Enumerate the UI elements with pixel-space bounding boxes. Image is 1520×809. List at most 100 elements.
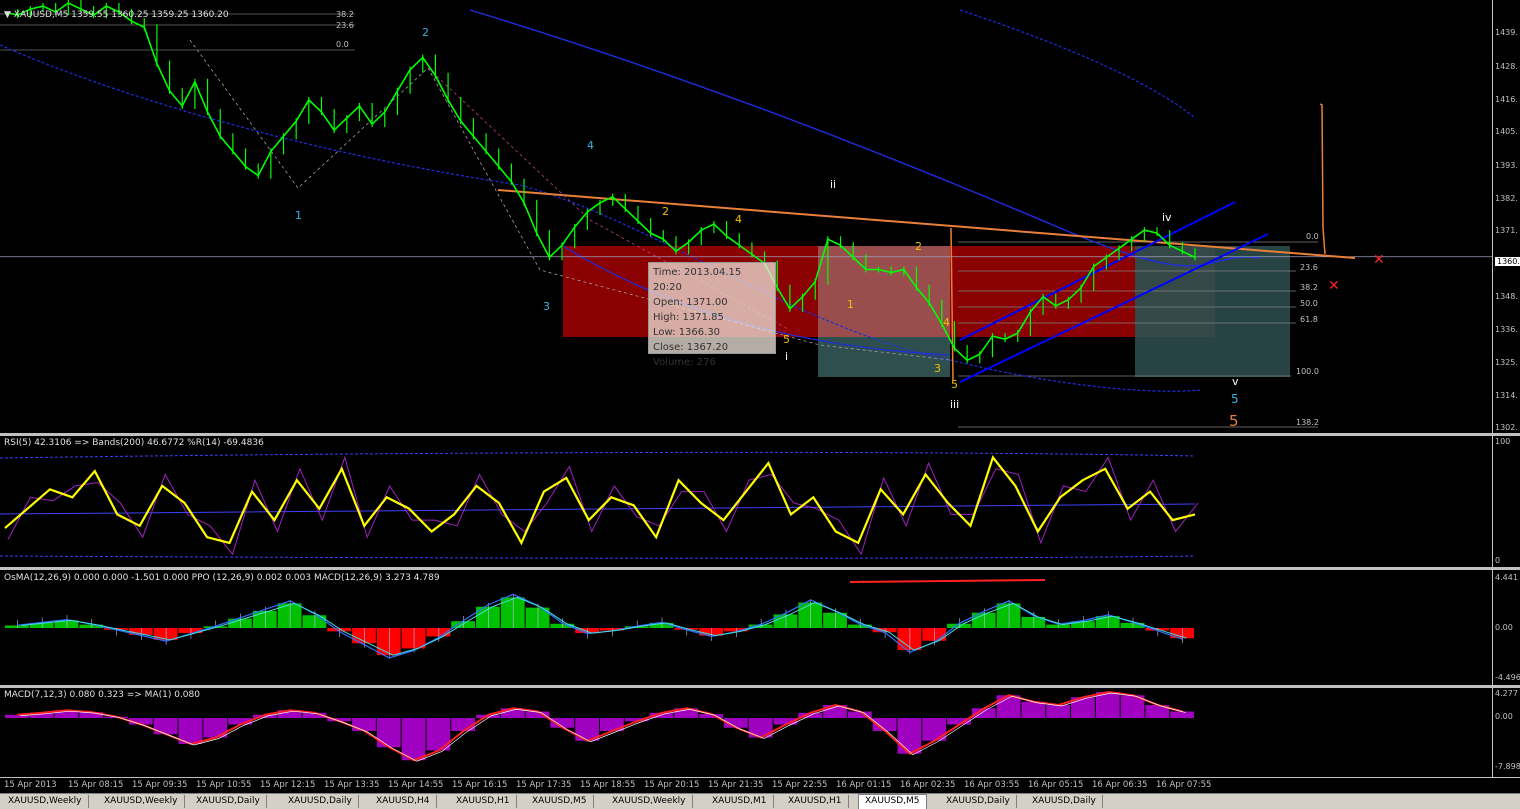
osma-tick: 0.00 xyxy=(1495,623,1513,632)
macd-axis[interactable]: 4.277 0.00 -7.898 xyxy=(1492,688,1520,777)
zone-box-gray xyxy=(1135,246,1290,377)
fib-right-1382: 138.2 xyxy=(1296,418,1319,427)
fib-right-50: 50.0 xyxy=(1300,299,1318,308)
time-label: 16 Apr 05:15 xyxy=(1028,780,1084,790)
tooltip-time: Time: 2013.04.15 20:20 xyxy=(653,267,742,293)
time-label: 15 Apr 22:55 xyxy=(772,780,828,790)
chart-tab[interactable]: XAUUSD,Daily xyxy=(282,795,359,808)
macd-title: MACD(7,12,3) 0.080 0.323 => MA(1) 0.080 xyxy=(4,690,200,700)
time-label: 16 Apr 02:35 xyxy=(900,780,956,790)
chart-tab[interactable]: XAUUSD,Weekly xyxy=(606,795,693,808)
macd-bar xyxy=(1046,705,1071,718)
wave-label-gold-5c: 5 xyxy=(1229,412,1239,430)
rsi-band-lower xyxy=(0,555,1196,559)
chart-tab[interactable]: XAUUSD,H1 xyxy=(782,795,849,808)
rsi-tick: 100 xyxy=(1495,437,1511,446)
tooltip-open: Open: 1371.00 xyxy=(653,297,728,308)
rsi-pane[interactable]: RSI(5) 42.3106 => Bands(200) 46.6772 %R(… xyxy=(0,436,1492,567)
osma-title: OsMA(12,26,9) 0.000 0.000 -1.501 0.000 P… xyxy=(4,573,440,583)
price-tick: 1382. xyxy=(1495,194,1518,203)
macd-bar xyxy=(600,718,624,731)
osma-bar xyxy=(252,611,277,628)
rsi-title: RSI(5) 42.3106 => Bands(200) 46.6772 %R(… xyxy=(4,438,264,448)
wave-label-3: 3 xyxy=(543,300,550,313)
osma-axis[interactable]: 4.441 0.00 -4.496 xyxy=(1492,570,1520,685)
osma-trendline-red xyxy=(849,579,1046,583)
tooltip-low: Low: 1366.30 xyxy=(653,327,721,338)
osma-tick: -4.496 xyxy=(1495,673,1520,682)
time-label: 15 Apr 18:55 xyxy=(580,780,636,790)
chart-tab[interactable]: XAUUSD,Weekly xyxy=(98,795,185,808)
price-tick: 1371. xyxy=(1495,226,1518,235)
osma-pane[interactable]: OsMA(12,26,9) 0.000 0.000 -1.501 0.000 P… xyxy=(0,570,1492,685)
macd-pane[interactable]: MACD(7,12,3) 0.080 0.323 => MA(1) 0.080 xyxy=(0,688,1492,777)
chart-tab[interactable]: XAUUSD,M5 xyxy=(526,795,594,808)
symbol-quote: XAUUSD,M5 1359.55 1360.25 1359.25 1360.2… xyxy=(13,10,229,20)
price-tick: 1348. xyxy=(1495,292,1518,301)
dropdown-arrow-icon[interactable]: ▼ xyxy=(4,10,11,20)
projection-line-orange xyxy=(1319,103,1326,255)
ma-line-blue-dashed xyxy=(959,9,1196,119)
wave-label-ii: ii xyxy=(830,178,837,191)
chart-tab[interactable]: XAUUSD,H4 xyxy=(370,795,437,808)
macd-bar xyxy=(1095,692,1120,718)
time-axis[interactable]: 15 Apr 2013 15 Apr 08:15 15 Apr 09:35 15 Ap… xyxy=(0,777,1520,794)
rsi-band-upper xyxy=(0,451,1196,459)
chart-tab[interactable]: XAUUSD,Daily xyxy=(940,795,1017,808)
osma-bar xyxy=(798,602,823,628)
macd-tick: 0.00 xyxy=(1495,712,1513,721)
fib-right-0: 0.0 xyxy=(1306,232,1319,241)
macd-bar xyxy=(376,718,401,748)
rsi-line xyxy=(4,455,1196,546)
rsi-chart-svg xyxy=(0,451,1199,559)
price-tick: 1416. xyxy=(1495,95,1518,104)
zone-box-pink xyxy=(818,246,950,337)
time-label: 15 Apr 14:55 xyxy=(388,780,444,790)
osma-bar xyxy=(401,628,426,649)
fib-top-00: 0.0 xyxy=(336,40,349,49)
time-label: 15 Apr 12:15 xyxy=(260,780,316,790)
tooltip-close: Close: 1367.20 xyxy=(653,342,729,353)
rsi-axis[interactable]: 100 0 xyxy=(1492,436,1520,567)
price-tick: 1302. xyxy=(1495,423,1518,432)
time-label: 15 Apr 17:35 xyxy=(516,780,572,790)
osma-bar xyxy=(996,603,1021,628)
wave-label-5: 5 xyxy=(1231,392,1239,406)
time-label: 15 Apr 09:35 xyxy=(132,780,188,790)
close-x-icon[interactable]: ✕ xyxy=(1373,252,1385,268)
time-label: 15 Apr 16:15 xyxy=(452,780,508,790)
chart-tab[interactable]: XAUUSD,M5 xyxy=(858,794,927,809)
osma-bar xyxy=(922,628,947,641)
macd-bar xyxy=(1021,701,1046,718)
rsi-tick: 0 xyxy=(1495,556,1501,565)
macd-tick: 4.277 xyxy=(1495,689,1518,698)
close-x-icon[interactable]: ✕ xyxy=(1328,278,1340,294)
wave-label-v: v xyxy=(1232,375,1239,388)
osma-chart-svg xyxy=(5,579,1194,659)
chart-tab[interactable]: XAUUSD,Daily xyxy=(190,795,267,808)
current-price-tick: 1360. xyxy=(1495,257,1520,266)
chart-tab[interactable]: XAUUSD,Weekly xyxy=(2,795,89,808)
macd-chart-svg xyxy=(5,690,1194,762)
price-tick: 1405. xyxy=(1495,127,1518,136)
wave-label-gold-5b: 5 xyxy=(951,378,958,391)
tooltip-high: High: 1371.85 xyxy=(653,312,724,323)
price-tick: 1336. xyxy=(1495,325,1518,334)
wave-label-i: i xyxy=(785,350,789,363)
chart-tab[interactable]: XAUUSD,Daily xyxy=(1026,795,1103,808)
price-axis[interactable]: 1439. 1428. 1416. 1405. 1393. 1382. 1371… xyxy=(1492,0,1520,433)
osma-bar xyxy=(5,625,29,628)
price-tick: 1439. xyxy=(1495,28,1518,37)
time-label: 15 Apr 20:15 xyxy=(644,780,700,790)
time-label: 15 Apr 2013 xyxy=(4,780,57,790)
chart-tab[interactable]: XAUUSD,H1 xyxy=(450,795,517,808)
wave-label-gold-4a: 4 xyxy=(735,213,742,226)
time-label: 16 Apr 01:15 xyxy=(836,780,892,790)
time-label: 16 Apr 07:55 xyxy=(1156,780,1212,790)
price-pane[interactable]: ▼ XAUUSD,M5 1359.55 1360.25 1359.25 1360… xyxy=(0,0,1492,433)
chart-tab[interactable]: XAUUSD,M1 xyxy=(706,795,774,808)
macd-bar xyxy=(352,718,376,731)
price-tick: 1393. xyxy=(1495,161,1518,170)
macd-bar xyxy=(426,718,451,751)
fib-top-382: 38.2 xyxy=(336,10,354,19)
